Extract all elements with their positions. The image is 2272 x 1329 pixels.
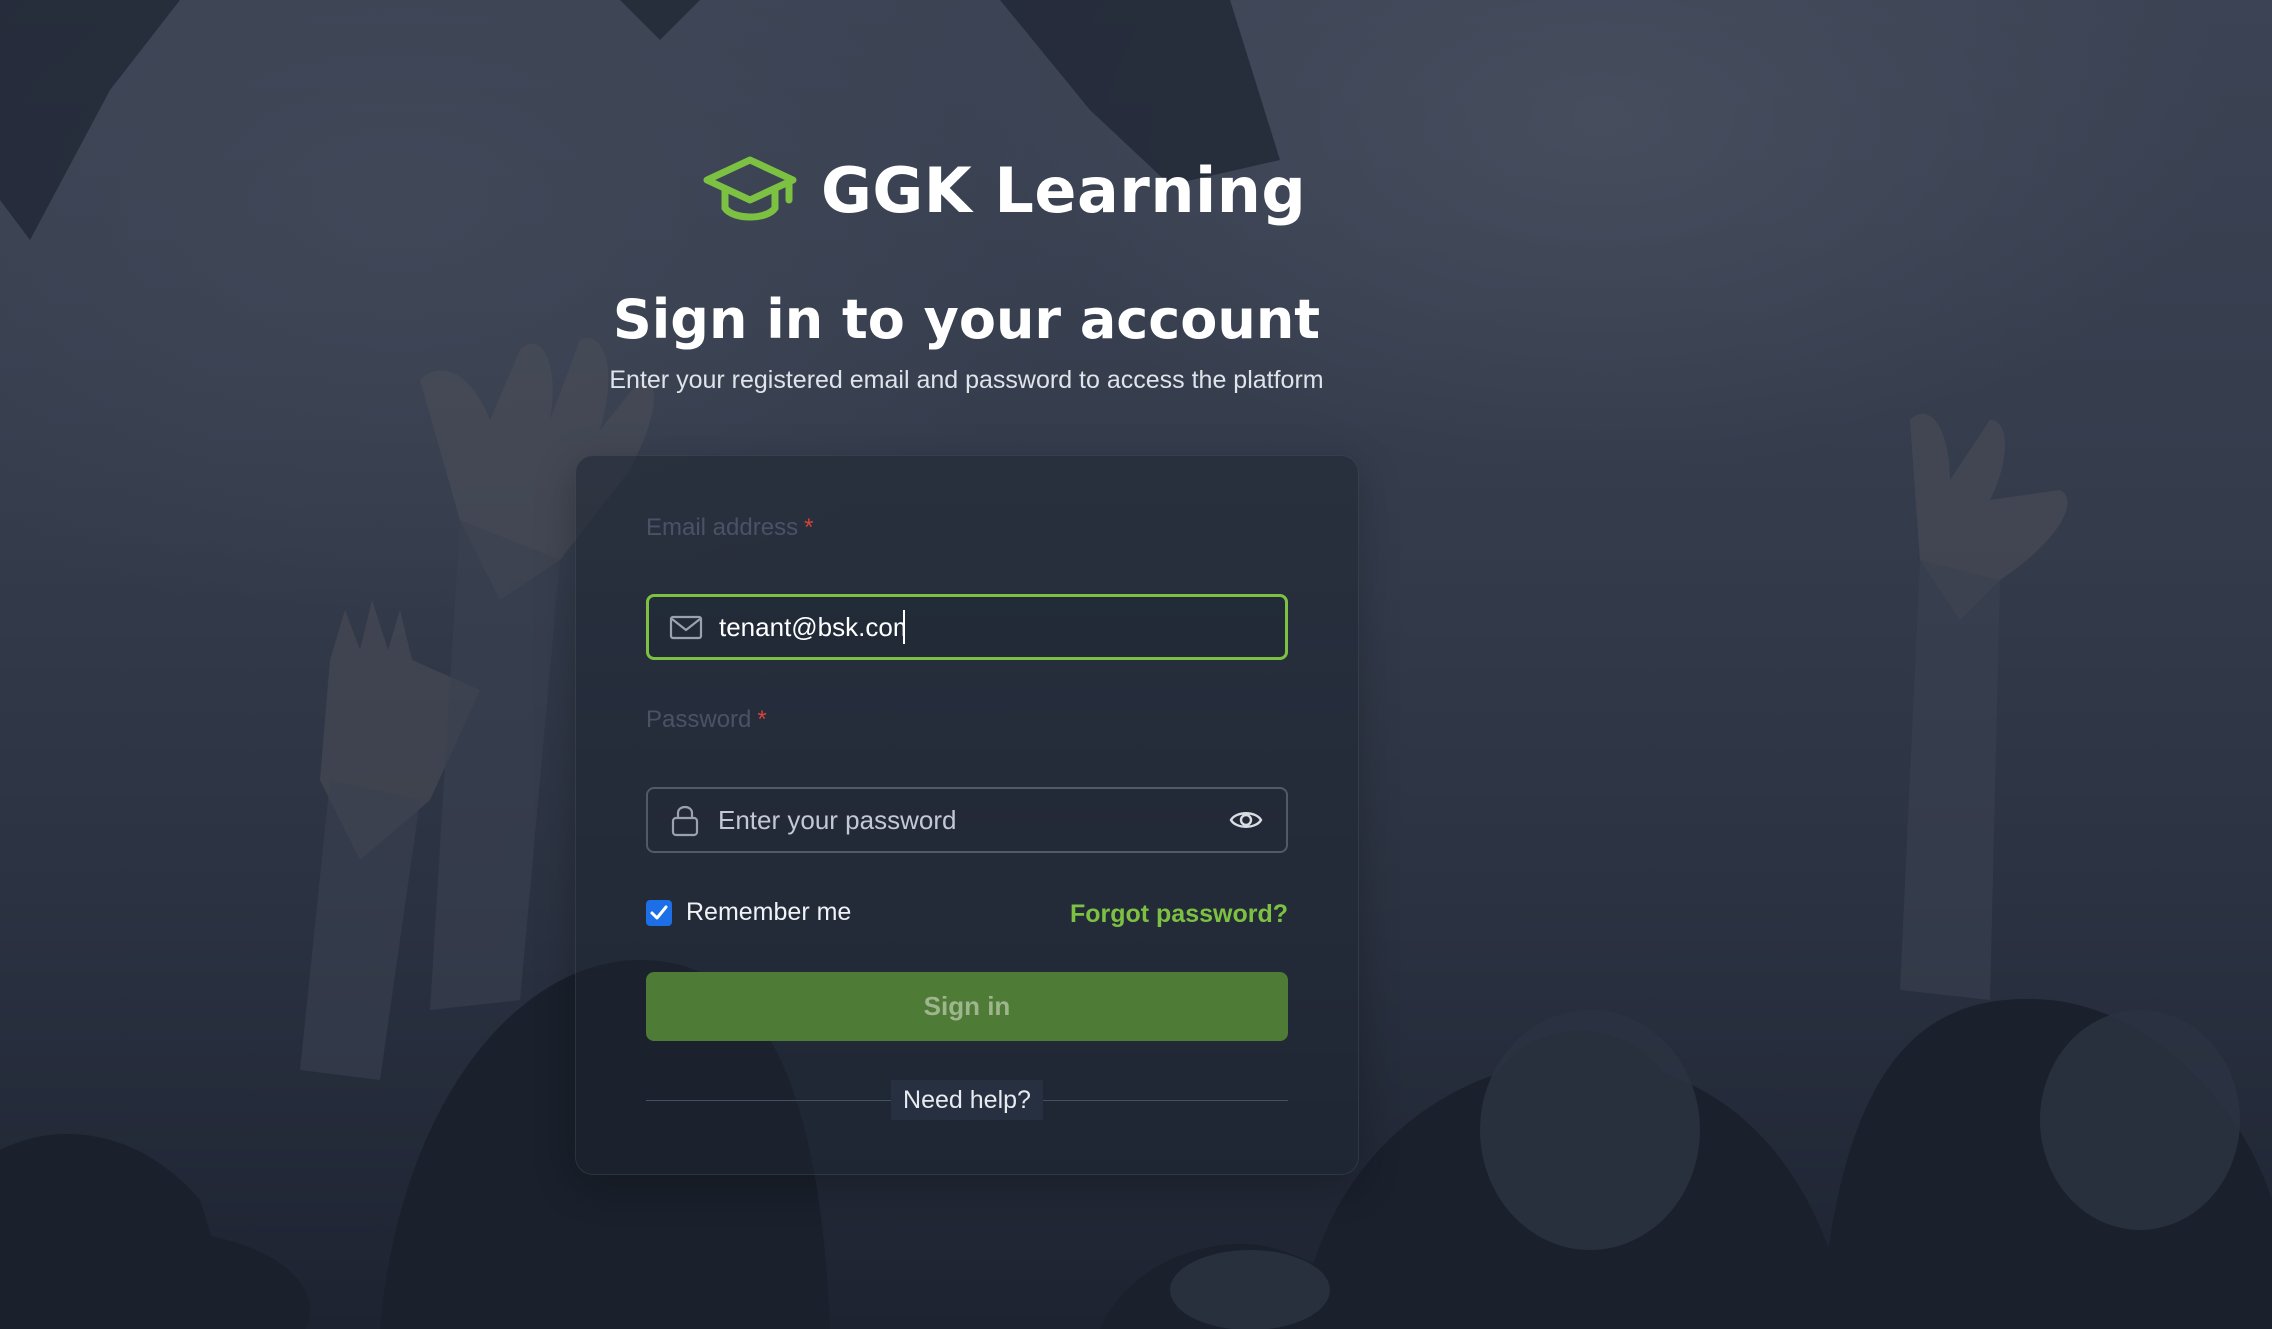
lock-icon: [671, 805, 699, 837]
password-input[interactable]: [718, 800, 1228, 840]
password-field[interactable]: [646, 787, 1288, 853]
remember-me[interactable]: Remember me: [646, 898, 851, 927]
graduation-cap-icon: [703, 156, 797, 221]
password-label: Password *: [646, 706, 767, 733]
need-help-link[interactable]: Need help?: [891, 1080, 1043, 1120]
forgot-password-link[interactable]: Forgot password?: [1070, 900, 1288, 929]
brand-name: GGK Learning: [821, 153, 1307, 227]
check-icon: [650, 905, 668, 919]
page-subtitle: Enter your registered email and password…: [609, 366, 1324, 394]
email-label: Email address *: [646, 514, 814, 541]
sign-in-button[interactable]: Sign in: [646, 972, 1288, 1041]
required-mark: *: [757, 706, 767, 733]
login-card: Email address* Password* Remember me For…: [575, 455, 1359, 1175]
email-field[interactable]: [646, 594, 1288, 660]
brand-logo: GGK Learning: [703, 148, 1306, 232]
remember-me-label: Remember me: [686, 898, 852, 926]
mail-icon: [669, 615, 703, 640]
remember-me-checkbox[interactable]: [646, 899, 672, 926]
text-caret: [903, 610, 905, 644]
eye-icon[interactable]: [1228, 802, 1264, 838]
page-title: Sign in to your account: [612, 288, 1321, 351]
email-input[interactable]: [719, 607, 905, 647]
required-mark: *: [804, 514, 814, 541]
